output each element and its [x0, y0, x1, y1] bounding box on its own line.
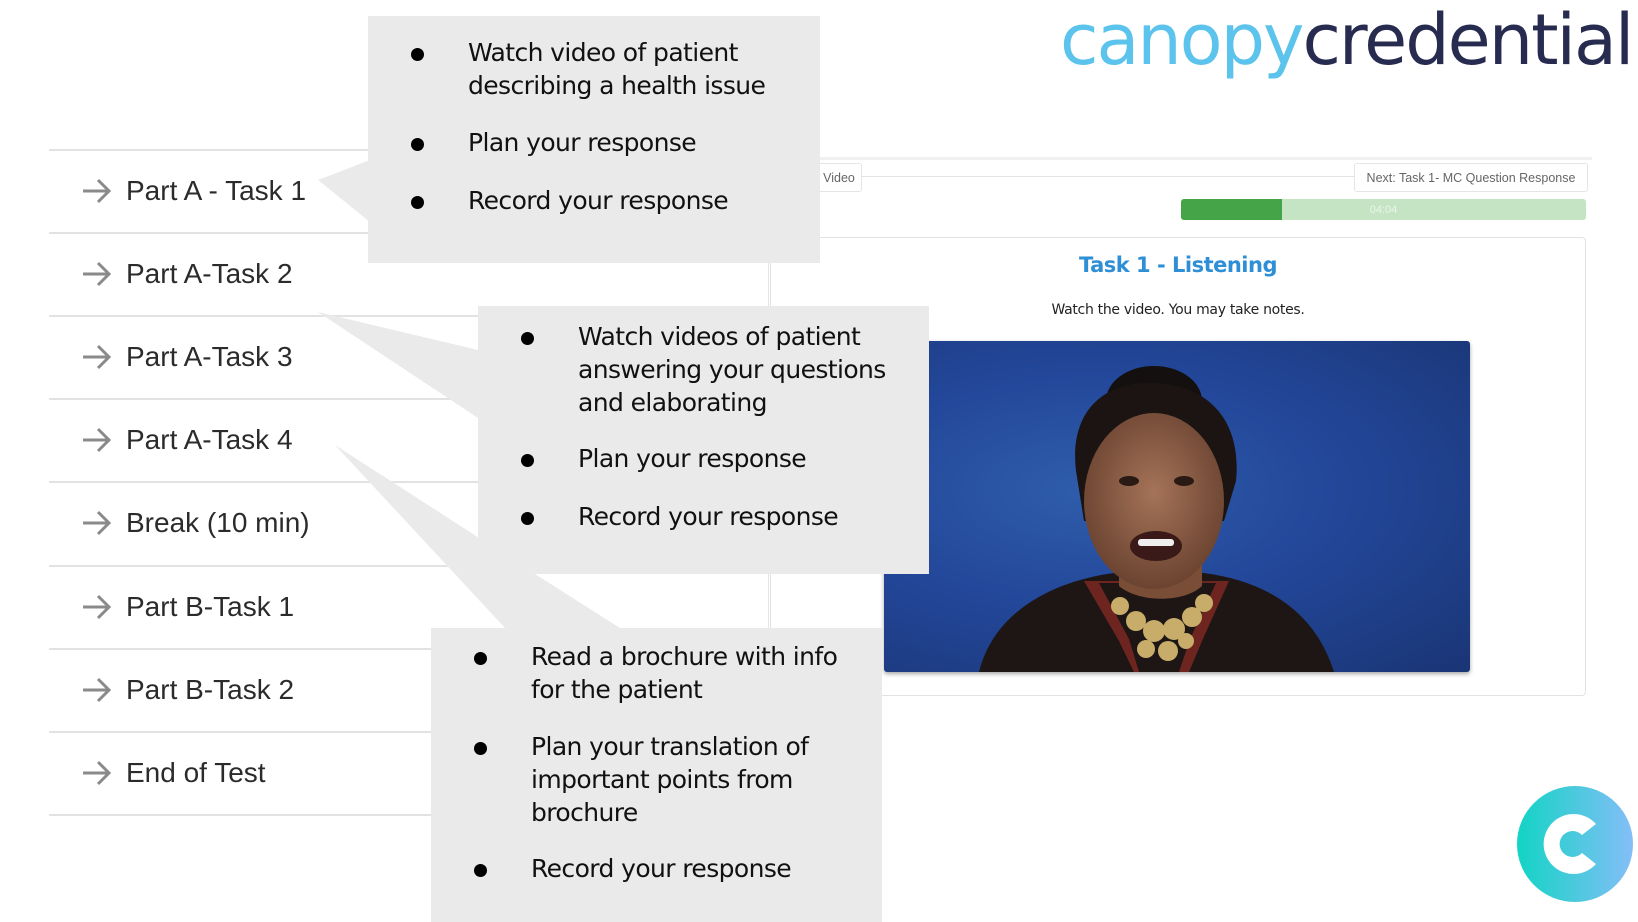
callout-item: Record your response — [521, 500, 918, 533]
callout-item-text: Watch video of patient describing a heal… — [468, 38, 766, 100]
canopy-c-logo-icon — [1517, 786, 1633, 902]
callout-item-text: Plan your translation of important point… — [531, 732, 809, 827]
callout-item: Read a brochure with info for the patien… — [474, 640, 871, 706]
callout-item-text: Plan your response — [468, 128, 697, 157]
bullet-icon — [411, 48, 424, 61]
bullet-icon — [474, 864, 487, 877]
callout-item-text: Read a brochure with info for the patien… — [531, 642, 838, 704]
callout-item-text: Plan your response — [578, 444, 807, 473]
callout-item: Watch video of patient describing a heal… — [411, 36, 808, 102]
callout-item-text: Record your response — [531, 854, 792, 883]
callout-item-text: Watch videos of patient answering your q… — [578, 322, 886, 417]
callout-tail-2 — [318, 312, 478, 418]
callout-part-a-task-1: Watch video of patient describing a heal… — [368, 16, 820, 263]
callout-item: Record your response — [411, 184, 808, 217]
callout-item: Watch videos of patient answering your q… — [521, 320, 918, 419]
callout-item: Record your response — [474, 852, 871, 885]
callout-item: Plan your translation of important point… — [474, 730, 871, 829]
callout-item-text: Record your response — [468, 186, 729, 215]
callout-item-text: Record your response — [578, 502, 839, 531]
callout-item: Plan your response — [521, 442, 918, 475]
bullet-icon — [474, 742, 487, 755]
bullet-icon — [411, 196, 424, 209]
callout-tail-1 — [318, 160, 370, 222]
callout-part-a-task-2-4: Watch videos of patient answering your q… — [478, 306, 929, 574]
bullet-icon — [521, 332, 534, 345]
bullet-icon — [474, 652, 487, 665]
callout-item: Plan your response — [411, 126, 808, 159]
callout-part-b: Read a brochure with info for the patien… — [431, 628, 882, 922]
bullet-icon — [521, 512, 534, 525]
bullet-icon — [411, 138, 424, 151]
bullet-icon — [521, 454, 534, 467]
